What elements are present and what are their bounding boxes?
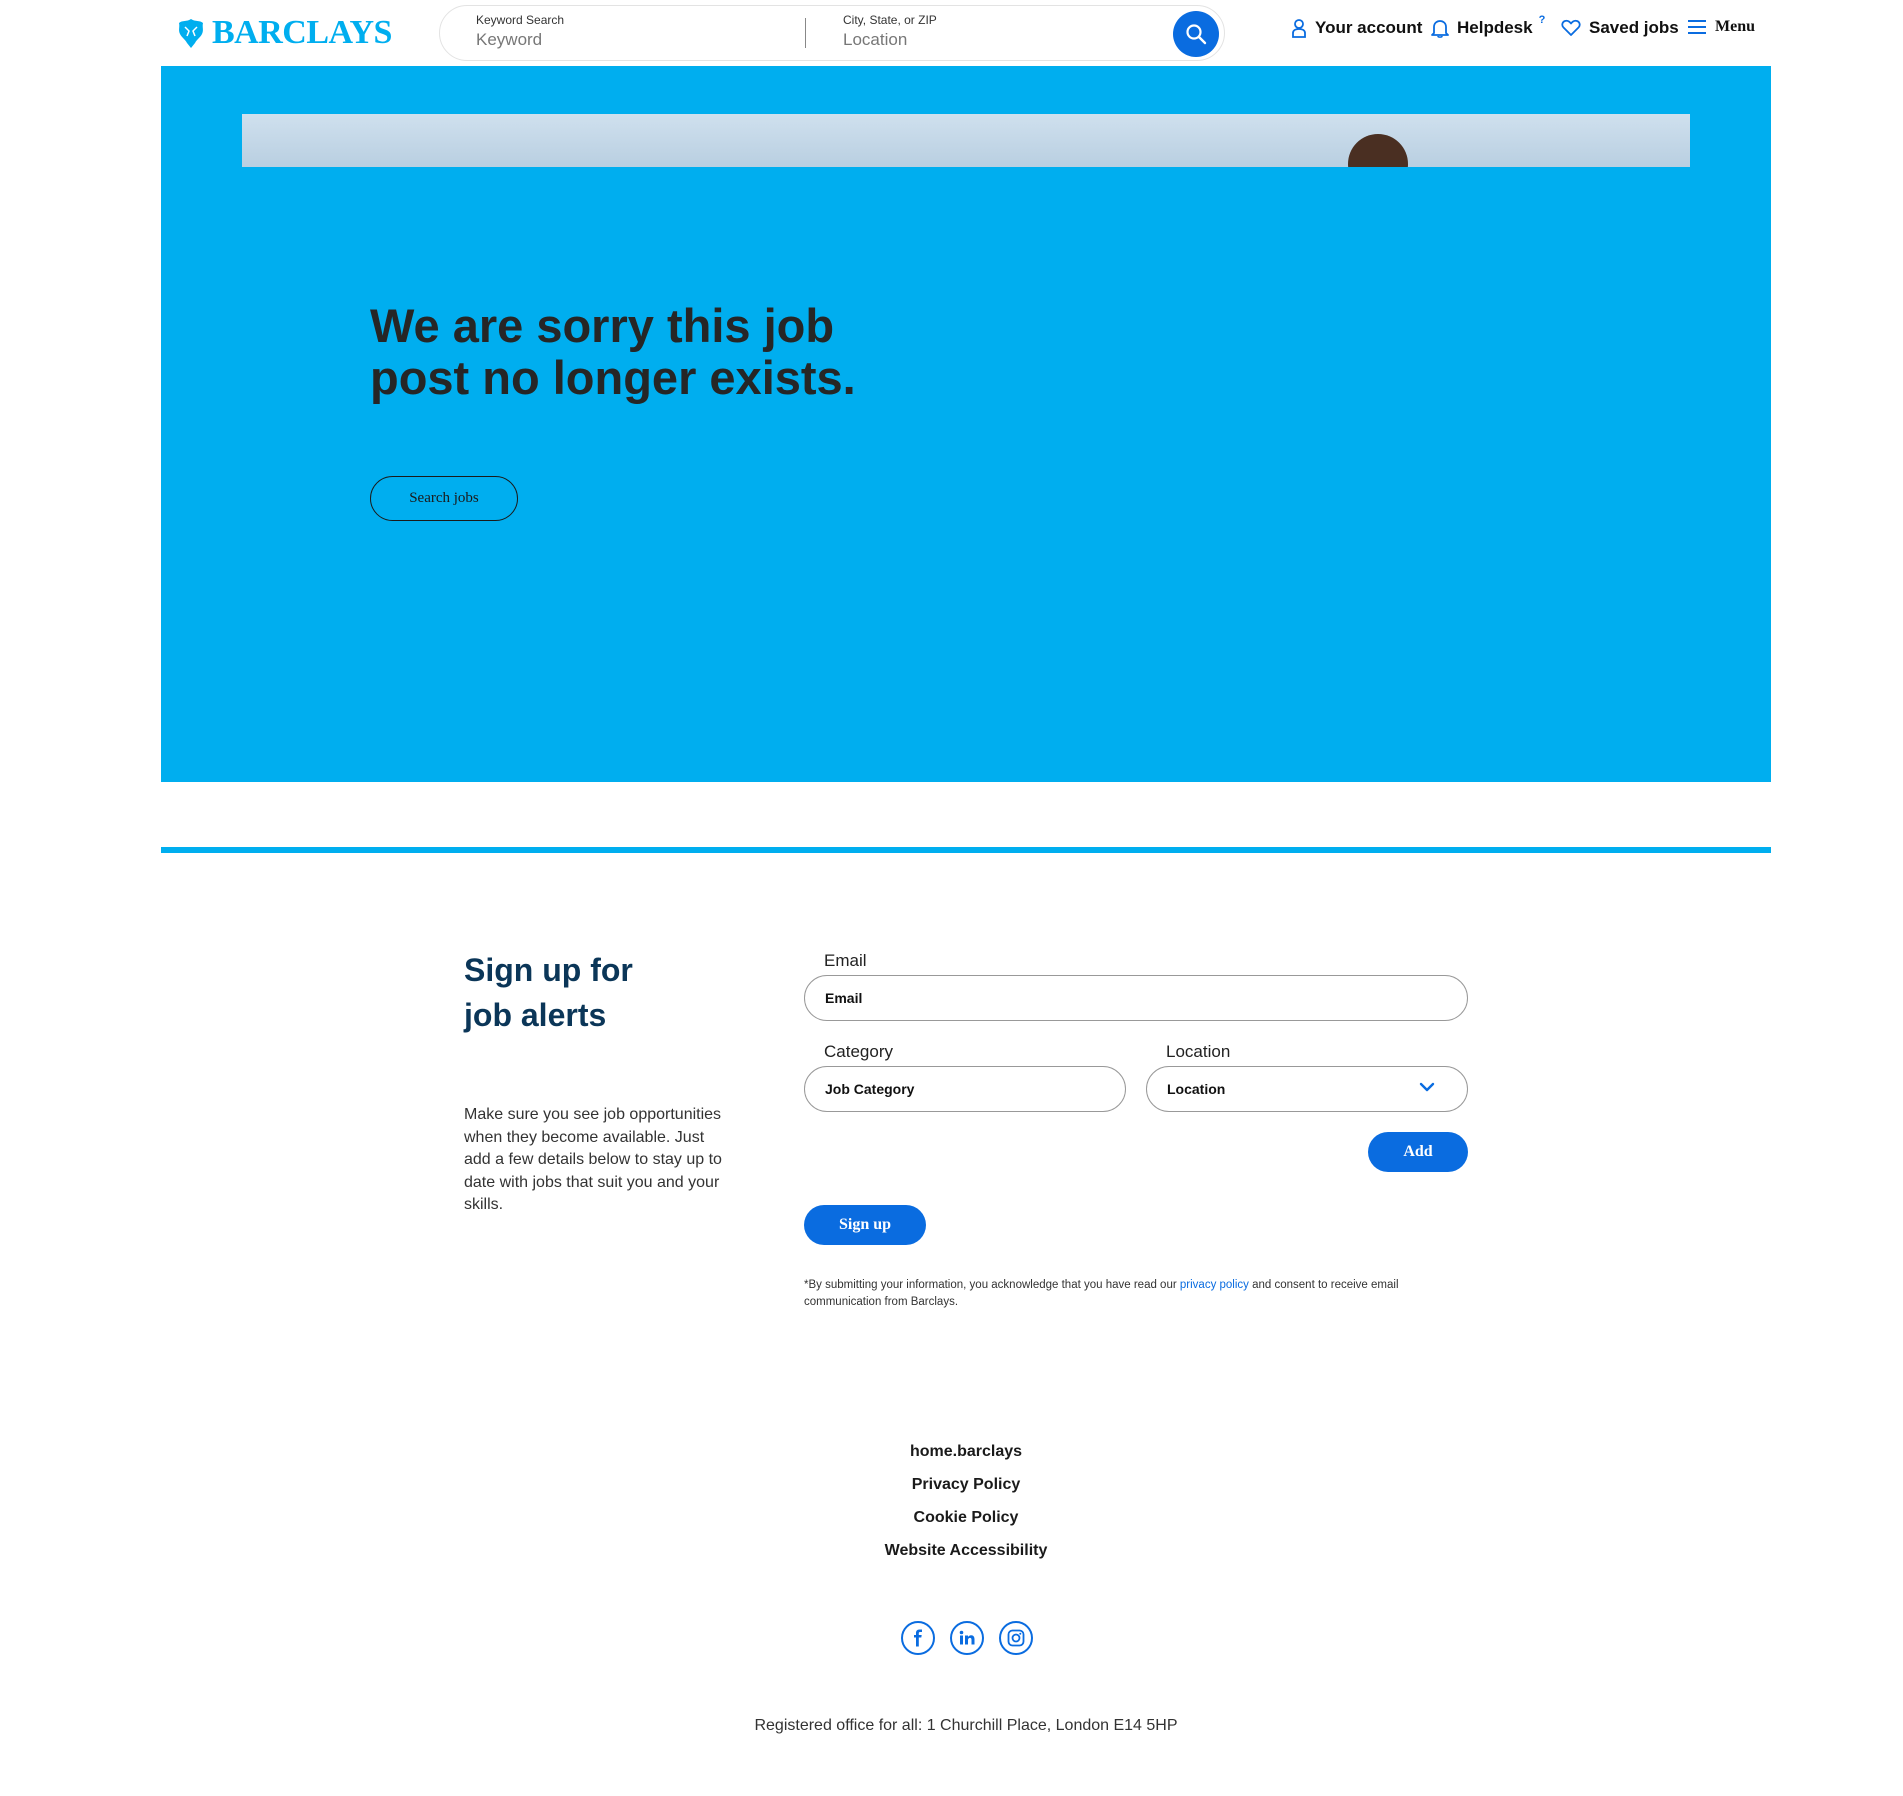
saved-jobs-label: Saved jobs: [1589, 18, 1679, 37]
privacy-policy-link[interactable]: privacy policy: [1180, 1279, 1249, 1291]
sign-up-button[interactable]: Sign up: [804, 1205, 926, 1245]
footer-link-cookie-policy[interactable]: Cookie Policy: [766, 1507, 1166, 1540]
footer-link-privacy-policy[interactable]: Privacy Policy: [766, 1474, 1166, 1507]
search-icon: [1186, 24, 1207, 45]
instagram-link[interactable]: [999, 1621, 1033, 1655]
section-divider: [161, 847, 1771, 853]
linkedin-icon: [959, 1630, 975, 1645]
category-label: Category: [824, 1042, 893, 1061]
error-heading: We are sorry this job post no longer exi…: [370, 299, 856, 404]
job-search-bar: Keyword Search Keyword City, State, or Z…: [439, 5, 1225, 61]
search-jobs-button[interactable]: Search jobs: [370, 476, 518, 521]
helpdesk-link[interactable]: Helpdesk ?: [1431, 14, 1545, 38]
user-icon: [1292, 19, 1306, 38]
hamburger-menu-icon: [1688, 20, 1706, 34]
facebook-link[interactable]: [901, 1621, 935, 1655]
instagram-icon: [1007, 1629, 1025, 1647]
location-search-field[interactable]: City, State, or ZIP Location: [843, 13, 1163, 50]
job-alerts-description: Make sure you see job opportunities when…: [464, 1106, 722, 1213]
eagle-icon: [179, 19, 203, 48]
email-label: Email: [824, 951, 867, 970]
keyword-search-field[interactable]: Keyword Search Keyword: [476, 13, 796, 50]
location-select[interactable]: Location: [1146, 1066, 1468, 1112]
menu-button[interactable]: Menu: [1687, 18, 1755, 36]
saved-jobs-link[interactable]: Saved jobs: [1561, 18, 1679, 38]
chevron-down-icon: [1419, 1082, 1435, 1092]
add-button[interactable]: Add: [1368, 1132, 1468, 1172]
your-account-label: Your account: [1315, 18, 1423, 37]
bell-icon: [1431, 20, 1449, 38]
hero-banner: We are sorry this job post no longer exi…: [161, 66, 1771, 782]
keyword-input[interactable]: Keyword: [476, 30, 796, 50]
footer-link-home-barclays[interactable]: home.barclays: [766, 1441, 1166, 1474]
barclays-logo[interactable]: BARCLAYS: [176, 14, 392, 52]
heart-icon: [1561, 19, 1581, 36]
facebook-icon: [914, 1629, 922, 1647]
footer-links: home.barclays Privacy Policy Cookie Poli…: [766, 1441, 1166, 1573]
menu-label: Menu: [1715, 18, 1755, 35]
footer-link-website-accessibility[interactable]: Website Accessibility: [766, 1540, 1166, 1573]
keyword-search-label: Keyword Search: [476, 13, 565, 27]
hero-image: [242, 114, 1690, 167]
location-input[interactable]: Location: [843, 30, 1163, 50]
registered-office-address: Registered office for all: 1 Churchill P…: [754, 1717, 1178, 1734]
location-select-value: Location: [1167, 1081, 1226, 1097]
consent-disclaimer: *By submitting your information, you ack…: [804, 1277, 1464, 1311]
job-category-field[interactable]: Job Category: [804, 1066, 1126, 1112]
brand-name: BARCLAYS: [212, 14, 392, 51]
search-divider: [805, 18, 806, 48]
disclaimer-text-start: *By submitting your information, you ack…: [804, 1279, 1180, 1291]
person-head-photo: [1348, 134, 1408, 167]
location-search-label: City, State, or ZIP: [843, 13, 937, 27]
email-field[interactable]: Email: [804, 975, 1468, 1021]
your-account-link[interactable]: Your account: [1291, 18, 1422, 38]
helpdesk-label: Helpdesk: [1457, 18, 1533, 37]
linkedin-link[interactable]: [950, 1621, 984, 1655]
search-button[interactable]: [1173, 11, 1219, 57]
helpdesk-question-badge: ?: [1538, 14, 1546, 26]
location-label: Location: [1166, 1042, 1231, 1061]
job-alerts-heading: Sign up for job alerts: [464, 952, 633, 1033]
site-header: BARCLAYS Keyword Search Keyword City, St…: [0, 0, 1903, 66]
